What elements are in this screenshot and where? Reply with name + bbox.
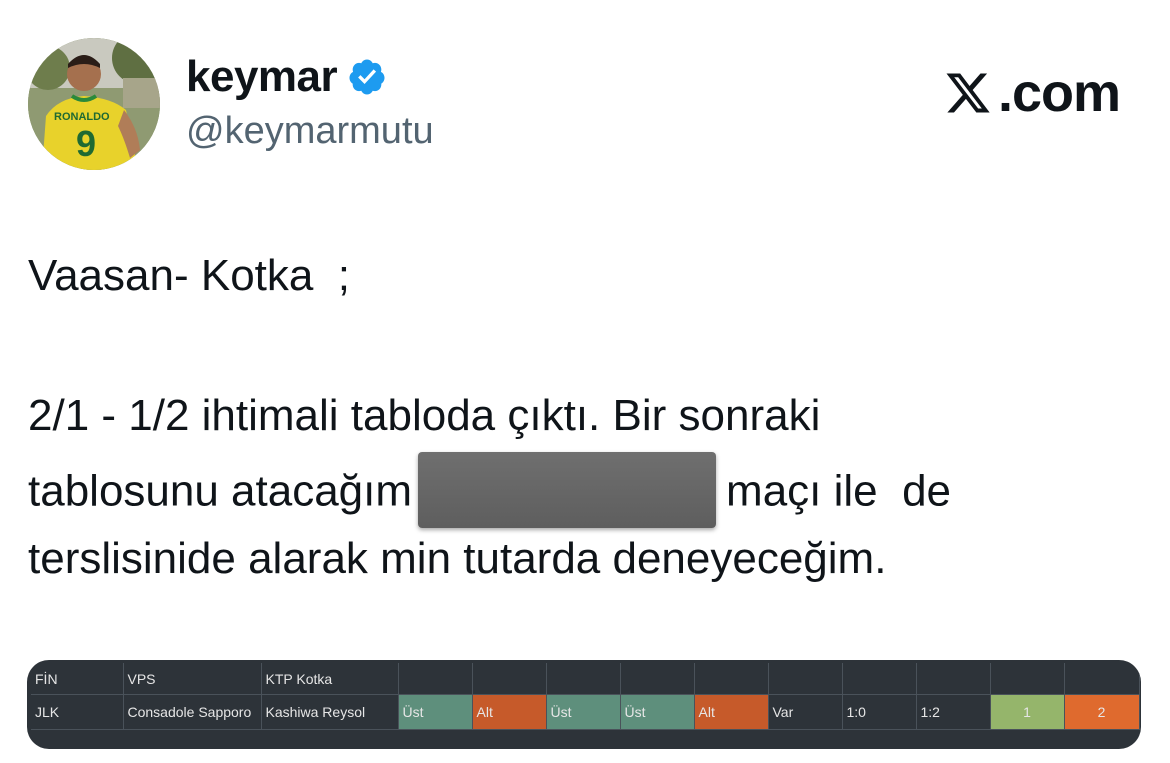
table-cell: FİN bbox=[31, 663, 124, 695]
tweet-line-2: 2/1 - 1/2 ihtimali tabloda çıktı. Bir so… bbox=[28, 391, 821, 440]
tweet-line-3: tablosunu atacağım maçı ile de bbox=[28, 452, 952, 532]
table-cell bbox=[916, 663, 991, 695]
table-cell: Var bbox=[768, 694, 843, 730]
table-cell: Consadole Sapporo bbox=[123, 694, 262, 730]
table-cell bbox=[842, 663, 917, 695]
table-cell: 1:0 bbox=[842, 694, 917, 730]
avatar-image: RONALDO 9 bbox=[28, 38, 160, 170]
site-domain-text: .com bbox=[997, 63, 1121, 123]
table-cell bbox=[768, 663, 843, 695]
tweet-line-1: Vaasan- Kotka ; bbox=[28, 251, 351, 300]
table-cell: 1:2 bbox=[916, 694, 991, 730]
redacted-block bbox=[418, 452, 717, 528]
table-row: FİN VPS KTP Kotka bbox=[31, 663, 1140, 695]
table-cell: KTP Kotka bbox=[261, 663, 399, 695]
tweet-line-3-start: tablosunu atacağım bbox=[28, 466, 413, 516]
table-cell-alt: Alt bbox=[472, 694, 547, 730]
table-cell bbox=[1064, 663, 1140, 695]
table-cell: Kashiwa Reysol bbox=[261, 694, 399, 730]
table-row: JLK Consadole Sapporo Kashiwa Reysol Üst… bbox=[31, 694, 1140, 730]
attached-table-image[interactable]: FİN VPS KTP Kotka JLK Consadole Sapporo … bbox=[27, 660, 1141, 749]
x-com-logo: .com bbox=[940, 62, 1121, 124]
avatar[interactable]: RONALDO 9 bbox=[28, 38, 160, 170]
table-cell-ust: Üst bbox=[620, 694, 695, 730]
tweet-line-4: terslisinide alarak min tutarda deneyece… bbox=[28, 534, 887, 583]
table-cell bbox=[546, 663, 621, 695]
table-cell-ust: Üst bbox=[546, 694, 621, 730]
table-cell-alt: Alt bbox=[694, 694, 769, 730]
match-table: FİN VPS KTP Kotka JLK Consadole Sapporo … bbox=[31, 663, 1140, 730]
tweet-line-3-end: maçı ile de bbox=[726, 466, 952, 516]
table-cell bbox=[398, 663, 473, 695]
author-name[interactable]: keymar bbox=[186, 52, 338, 102]
table-cell bbox=[472, 663, 547, 695]
x-logo-icon bbox=[946, 73, 990, 113]
table-cell: JLK bbox=[31, 694, 124, 730]
table-cell-result-2: 2 bbox=[1064, 694, 1140, 730]
verified-badge-icon bbox=[349, 59, 385, 95]
table-cell bbox=[694, 663, 769, 695]
table-cell bbox=[620, 663, 695, 695]
table-cell bbox=[990, 663, 1065, 695]
author-handle[interactable]: @keymarmutu bbox=[186, 110, 434, 153]
table-cell-ust: Üst bbox=[398, 694, 473, 730]
author-name-row: keymar bbox=[186, 52, 387, 102]
avatar-shirt-number: 9 bbox=[76, 123, 96, 164]
avatar-shirt-text: RONALDO bbox=[54, 111, 110, 123]
table-cell-result-1: 1 bbox=[990, 694, 1065, 730]
table-cell: VPS bbox=[123, 663, 262, 695]
